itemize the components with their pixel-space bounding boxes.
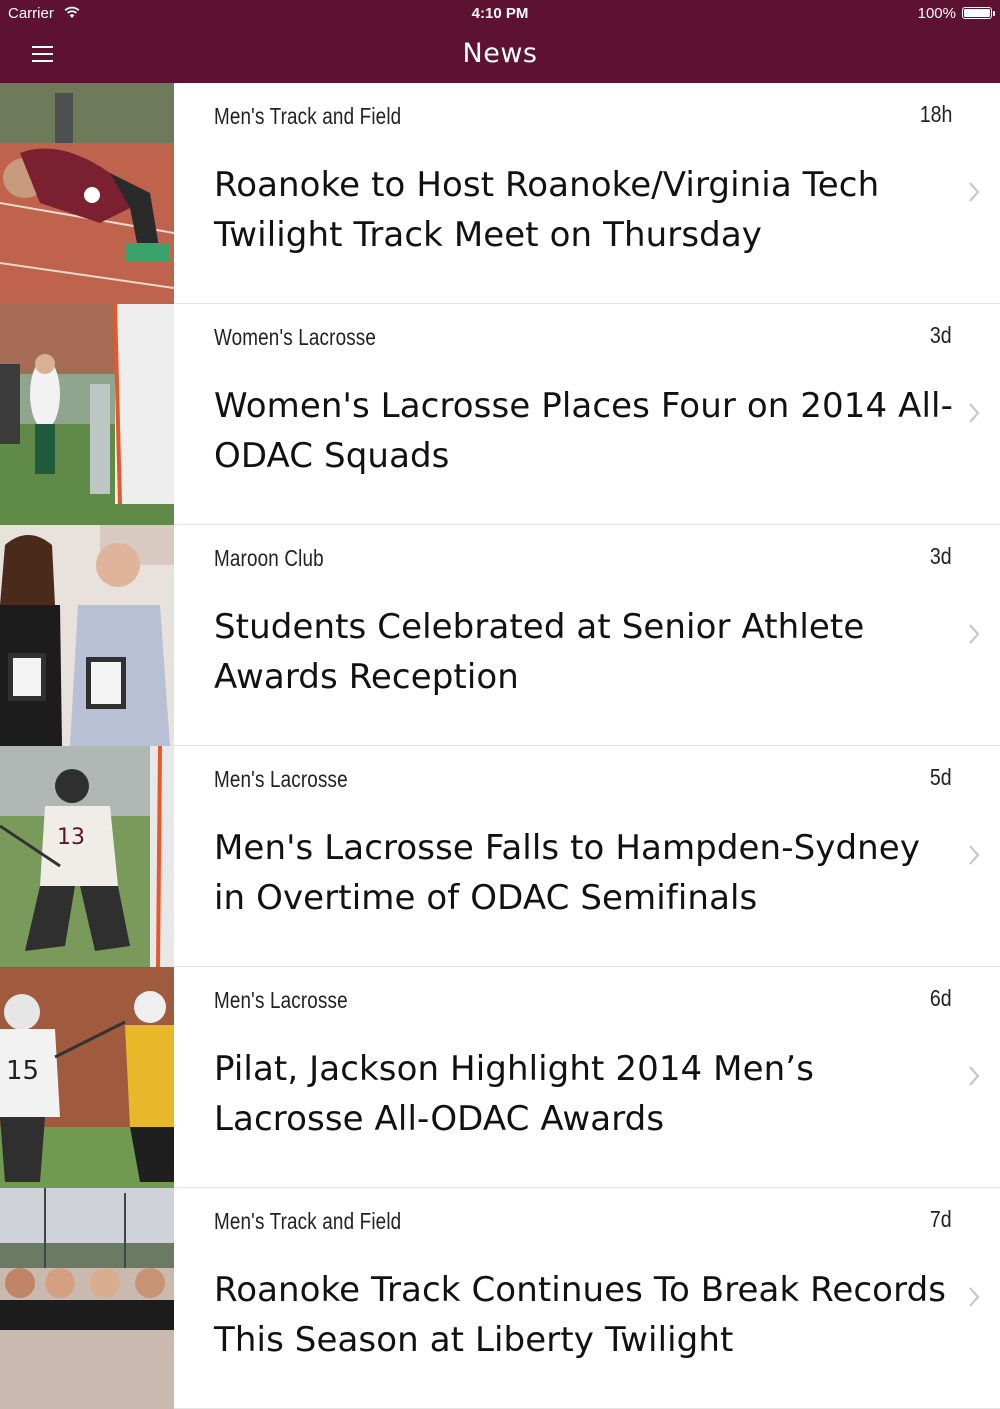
news-item[interactable]: Maroon Club 3d Students Celebrated at Se… xyxy=(0,525,1000,746)
news-headline: Women's Lacrosse Places Four on 2014 All… xyxy=(214,386,953,476)
news-age: 7d xyxy=(930,1206,952,1232)
svg-text:15: 15 xyxy=(6,1056,39,1086)
svg-text:13: 13 xyxy=(57,825,85,850)
news-category: Men's Lacrosse xyxy=(214,766,348,792)
news-item[interactable]: Men's Track and Field 7d Roanoke Track C… xyxy=(0,1188,1000,1409)
chevron-right-icon xyxy=(969,182,980,202)
news-category: Men's Track and Field xyxy=(214,1208,402,1234)
news-list: Men's Track and Field 18h Roanoke to Hos… xyxy=(0,83,1000,1409)
news-item[interactable]: Men's Track and Field 18h Roanoke to Hos… xyxy=(0,83,1000,304)
news-age: 3d xyxy=(930,543,952,569)
battery-percent: 100% xyxy=(917,5,956,22)
news-thumbnail-image xyxy=(0,525,174,746)
news-headline: Roanoke Track Continues To Break Records… xyxy=(214,1270,947,1360)
news-thumbnail-image xyxy=(0,1188,174,1409)
news-age: 3d xyxy=(930,322,952,348)
status-bar: Carrier 4:10 PM 100% xyxy=(0,0,1000,28)
news-category: Men's Lacrosse xyxy=(214,987,348,1013)
news-item[interactable]: 15 Men's Lacrosse 6d Pilat, Jackson High… xyxy=(0,967,1000,1188)
news-thumbnail-image: 13 xyxy=(0,746,174,967)
battery-icon xyxy=(962,7,995,19)
news-age: 5d xyxy=(930,764,952,790)
news-headline: Students Celebrated at Senior Athlete Aw… xyxy=(214,607,865,697)
news-thumbnail-image: 15 xyxy=(0,967,174,1188)
news-age: 18h xyxy=(919,101,952,127)
news-headline: Pilat, Jackson Highlight 2014 Men’s Lacr… xyxy=(214,1049,815,1139)
news-thumbnail-image xyxy=(0,83,174,304)
chevron-right-icon xyxy=(969,1287,980,1307)
news-item[interactable]: 13 Men's Lacrosse 5d Men's Lacrosse Fall… xyxy=(0,746,1000,967)
news-thumbnail-image xyxy=(0,304,174,525)
news-item[interactable]: Women's Lacrosse 3d Women's Lacrosse Pla… xyxy=(0,304,1000,525)
chevron-right-icon xyxy=(969,624,980,644)
chevron-right-icon xyxy=(969,1066,980,1086)
news-category: Men's Track and Field xyxy=(214,103,402,129)
navigation-bar: News xyxy=(0,28,1000,83)
clock: 4:10 PM xyxy=(471,5,529,22)
page-title: News xyxy=(462,38,538,69)
news-headline: Roanoke to Host Roanoke/Virginia Tech Tw… xyxy=(214,165,880,255)
news-headline: Men's Lacrosse Falls to Hampden-Sydney i… xyxy=(214,828,921,918)
news-category: Women's Lacrosse xyxy=(214,324,377,350)
chevron-right-icon xyxy=(969,403,980,423)
chevron-right-icon xyxy=(969,845,980,865)
news-category: Maroon Club xyxy=(214,545,324,571)
news-age: 6d xyxy=(930,985,952,1011)
